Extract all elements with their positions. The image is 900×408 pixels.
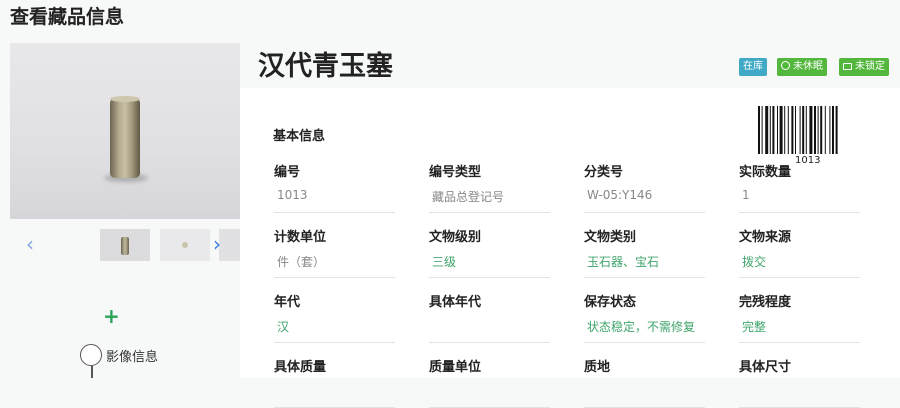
barcode-bar xyxy=(758,106,760,154)
add-icon[interactable]: + xyxy=(103,304,120,328)
barcode-bar xyxy=(795,106,796,154)
field-value: 汉 xyxy=(277,320,290,334)
field-underline xyxy=(429,212,550,213)
field-label: 质量单位 xyxy=(429,360,482,375)
field-underline xyxy=(584,212,705,213)
thumbnail-3[interactable] xyxy=(219,229,240,261)
field-label: 分类号 xyxy=(584,165,624,180)
field-underline xyxy=(584,277,705,278)
chevron-right-icon[interactable]: › xyxy=(213,232,221,256)
badge-label: 未锁定 xyxy=(855,61,885,72)
field-underline xyxy=(274,342,395,343)
timeline-line xyxy=(91,366,93,378)
lock-icon xyxy=(843,63,852,70)
field-label: 实际数量 xyxy=(739,165,792,180)
field-underline xyxy=(739,342,860,343)
timeline-node-icon xyxy=(80,344,102,366)
barcode-bar xyxy=(784,106,786,154)
barcode-bar xyxy=(814,106,816,154)
field-underline xyxy=(584,342,705,343)
status-badge-unlocked: 未锁定 xyxy=(839,58,889,76)
barcode-bar xyxy=(799,106,801,154)
field-underline xyxy=(274,212,395,213)
barcode-bar xyxy=(769,106,771,154)
badge-label: 未休眠 xyxy=(793,61,823,72)
barcode-bar xyxy=(765,106,769,154)
field-label: 保存状态 xyxy=(584,295,637,310)
badge-label: 在库 xyxy=(743,61,763,72)
field-label: 年代 xyxy=(274,295,301,310)
barcode-bar xyxy=(761,106,763,154)
image-info-label[interactable]: 影像信息 xyxy=(106,346,158,365)
artifact-photo xyxy=(110,98,140,178)
status-badge-in-stock: 在库 xyxy=(739,58,767,76)
status-badge-not-dormant: 未休眠 xyxy=(777,58,827,76)
barcode-image xyxy=(758,106,838,154)
field-label: 具体尺寸 xyxy=(739,360,792,375)
field-label: 质地 xyxy=(584,360,611,375)
main-artifact-image[interactable] xyxy=(10,43,240,219)
barcode-bar xyxy=(787,106,789,154)
barcode-bar xyxy=(832,106,834,154)
barcode-bar xyxy=(779,106,783,154)
field-value: 完整 xyxy=(742,320,767,334)
field-underline xyxy=(739,277,860,278)
field-label: 文物级别 xyxy=(429,230,482,245)
thumbnail-2[interactable] xyxy=(160,229,210,261)
field-value: 1013 xyxy=(277,188,308,202)
barcode-bar xyxy=(802,106,805,154)
field-label: 文物类别 xyxy=(584,230,637,245)
field-underline xyxy=(429,342,550,343)
barcode-bar xyxy=(809,106,813,154)
field-label: 编号 xyxy=(274,165,301,180)
barcode-bar xyxy=(805,106,807,154)
field-underline xyxy=(739,212,860,213)
barcode-bar xyxy=(817,106,819,154)
field-value: 三级 xyxy=(432,255,457,269)
barcode-bar xyxy=(791,106,794,154)
field-label: 编号类型 xyxy=(429,165,482,180)
barcode-bar xyxy=(820,106,823,154)
barcode-number: 1013 xyxy=(795,155,821,166)
field-label: 具体质量 xyxy=(274,360,327,375)
item-name: 汉代青玉塞 xyxy=(258,51,393,82)
field-value: W-05:Y146 xyxy=(587,188,653,202)
barcode-bar xyxy=(835,106,838,154)
field-value: 藏品总登记号 xyxy=(432,190,505,204)
field-value: 件（套） xyxy=(277,255,326,269)
field-value: 状态稳定，不需修复 xyxy=(587,320,696,334)
chevron-left-icon[interactable]: ‹ xyxy=(26,232,34,256)
thumbnail-1[interactable] xyxy=(100,229,150,261)
page-title: 查看藏品信息 xyxy=(10,6,125,28)
field-value: 1 xyxy=(742,188,750,202)
field-value: 玉石器、宝石 xyxy=(587,255,660,269)
clock-icon xyxy=(781,61,790,70)
field-underline xyxy=(429,277,550,278)
barcode-bar xyxy=(829,106,831,154)
section-title: 基本信息 xyxy=(273,129,326,144)
field-value: 拨交 xyxy=(742,255,767,269)
artifact-top xyxy=(110,96,140,102)
field-label: 完残程度 xyxy=(739,295,792,310)
field-label: 计数单位 xyxy=(274,230,327,245)
barcode-bar xyxy=(824,106,826,154)
field-label: 文物来源 xyxy=(739,230,792,245)
barcode-bar xyxy=(772,106,775,154)
barcode-bar xyxy=(777,106,778,154)
field-label: 具体年代 xyxy=(429,295,482,310)
field-underline xyxy=(274,277,395,278)
